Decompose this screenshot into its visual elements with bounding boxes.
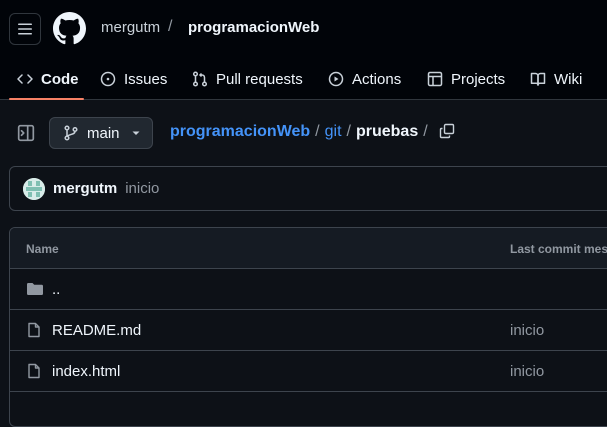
branch-selector[interactable]: main — [49, 117, 153, 149]
repo-tabs: Code Issues Pull requests Actions Projec… — [0, 58, 607, 100]
column-header-name: Name — [26, 242, 59, 256]
commit-message-link[interactable]: inicio — [125, 180, 159, 197]
repo-name-link[interactable]: programacionWeb — [188, 19, 319, 36]
file-commit-message[interactable]: inicio — [510, 363, 544, 380]
active-tab-indicator — [9, 98, 84, 100]
commit-author-link[interactable]: mergutm — [53, 180, 117, 197]
caret-down-icon — [132, 131, 140, 135]
play-icon — [328, 71, 344, 87]
table-header: Name Last commit message — [10, 228, 607, 269]
avatar[interactable] — [23, 177, 45, 200]
git-branch-icon — [64, 125, 78, 141]
breadcrumb-git-link[interactable]: git — [325, 123, 342, 141]
owner-repo-separator: / — [168, 18, 173, 35]
folder-icon — [27, 283, 43, 295]
table-row[interactable]: README.md inicio — [10, 310, 607, 351]
repo-owner-link[interactable]: mergutm — [101, 19, 160, 36]
tab-code-label: Code — [41, 70, 79, 88]
copy-icon — [439, 123, 454, 139]
tab-pull-requests[interactable]: Pull requests — [192, 58, 303, 100]
latest-commit-bar: mergutm inicio — [9, 166, 607, 211]
breadcrumb: programacionWeb / git / pruebas / — [170, 123, 457, 141]
column-header-last-commit: Last commit message — [510, 242, 607, 256]
tab-issues-label: Issues — [124, 70, 168, 88]
sidebar-expand-icon[interactable] — [17, 124, 35, 142]
breadcrumb-separator: / — [315, 123, 320, 140]
table-icon — [427, 71, 443, 87]
file-name[interactable]: index.html — [52, 363, 120, 380]
tab-code[interactable]: Code — [17, 58, 79, 100]
issue-opened-icon — [100, 71, 116, 87]
hamburger-icon — [18, 23, 32, 35]
tab-actions-label: Actions — [352, 70, 402, 88]
tab-projects-label: Projects — [451, 70, 506, 88]
tab-actions[interactable]: Actions — [328, 58, 401, 100]
table-row[interactable]: .. — [10, 269, 607, 310]
git-pull-request-icon — [192, 71, 208, 87]
file-icon — [28, 322, 40, 338]
github-logo-icon[interactable] — [53, 12, 86, 45]
tab-issues[interactable]: Issues — [100, 58, 167, 100]
copy-path-button[interactable] — [439, 123, 457, 141]
menu-button[interactable] — [9, 13, 41, 45]
app-header: mergutm / programacionWeb Code Issues Pu… — [0, 0, 607, 100]
breadcrumb-current: pruebas — [355, 123, 419, 140]
tab-projects[interactable]: Projects — [427, 58, 505, 100]
avatar-identicon-icon — [23, 177, 45, 200]
file-name[interactable]: .. — [52, 281, 60, 298]
table-row[interactable]: index.html inicio — [10, 351, 607, 392]
tab-wiki-label: Wiki — [554, 70, 583, 88]
code-icon — [17, 74, 33, 84]
breadcrumb-separator: / — [346, 123, 351, 140]
book-icon — [530, 72, 546, 86]
tab-pull-requests-label: Pull requests — [216, 70, 303, 88]
file-name[interactable]: README.md — [52, 322, 141, 339]
breadcrumb-trailing-separator: / — [423, 123, 428, 140]
file-commit-message[interactable]: inicio — [510, 322, 544, 339]
tab-wiki[interactable]: Wiki — [530, 58, 582, 100]
breadcrumb-repo-link[interactable]: programacionWeb — [170, 123, 310, 141]
file-icon — [28, 363, 40, 379]
branch-name: main — [87, 124, 120, 142]
file-table: Name Last commit message .. README.md in… — [9, 227, 607, 427]
